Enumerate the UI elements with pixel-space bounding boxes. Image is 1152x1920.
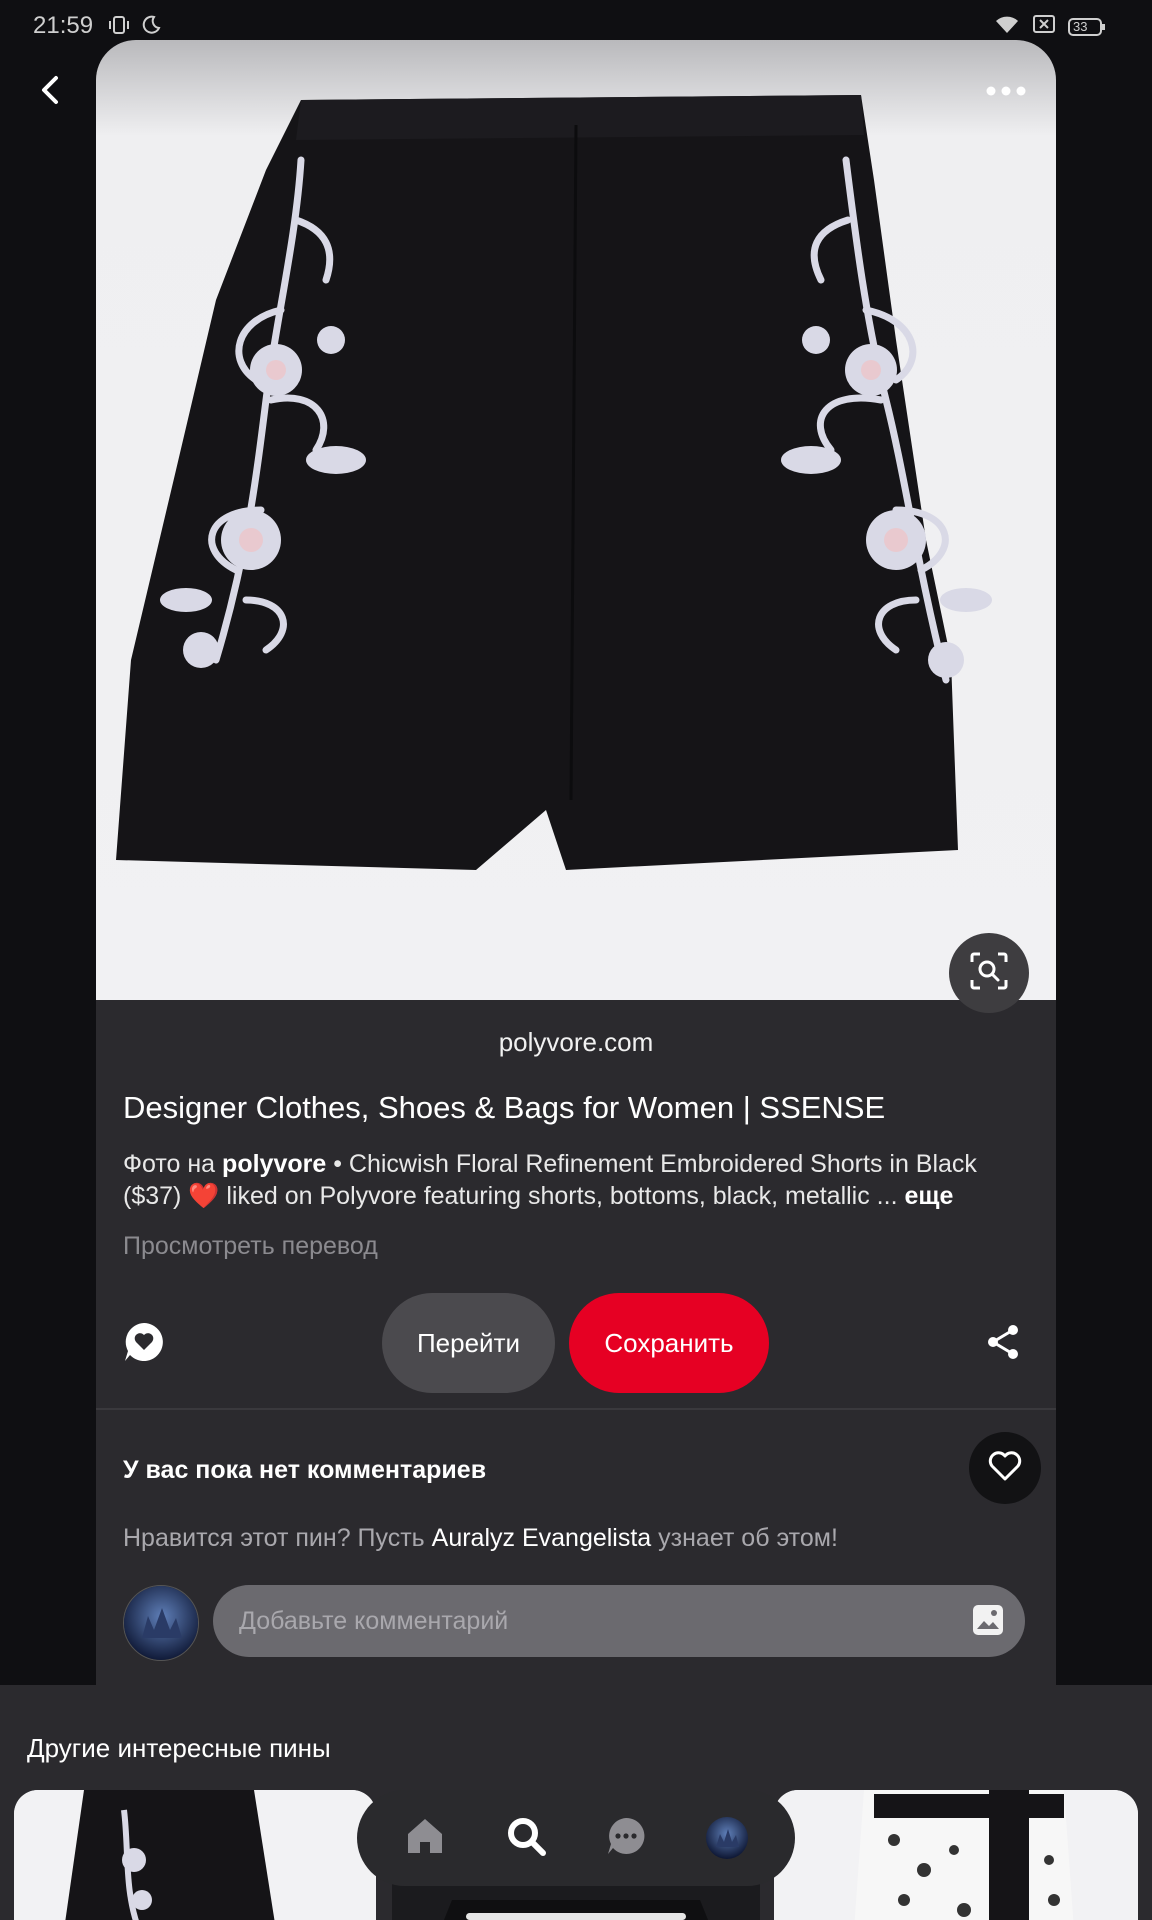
prompt-before: Нравится этот пин? Пусть	[123, 1524, 432, 1552]
pin-description: Фото на polyvore • Chicwish Floral Refin…	[123, 1148, 1023, 1212]
chevron-left-icon	[38, 75, 62, 110]
nav-home[interactable]	[397, 1810, 453, 1866]
pin-title: Designer Clothes, Shoes & Bags for Women…	[123, 1090, 886, 1125]
battery-level: 33	[1073, 18, 1088, 34]
comment-placeholder: Добавьте комментарий	[239, 1607, 509, 1635]
wifi-icon	[994, 13, 1020, 40]
profile-avatar	[705, 1817, 748, 1859]
action-row: Перейти Сохранить	[96, 1292, 1056, 1393]
back-button[interactable]	[28, 70, 72, 114]
like-button[interactable]	[969, 1432, 1041, 1504]
avatar[interactable]	[123, 1585, 199, 1661]
battery-icon: 33	[1068, 17, 1106, 37]
image-attach-icon[interactable]	[971, 1603, 1005, 1637]
comment-button[interactable]	[122, 1320, 166, 1364]
share-button[interactable]	[983, 1322, 1023, 1362]
nav-search[interactable]	[498, 1810, 554, 1866]
nav-profile[interactable]	[699, 1810, 755, 1866]
status-right-icons: 33	[994, 13, 1106, 40]
nav-messages[interactable]	[598, 1810, 654, 1866]
description-source-link[interactable]: polyvore	[222, 1150, 326, 1178]
comment-heart-icon	[122, 1323, 166, 1368]
view-translation-link[interactable]: Просмотреть перевод	[123, 1232, 378, 1261]
status-time: 21:59	[33, 12, 94, 39]
more-pins-title: Другие интересные пины	[27, 1733, 331, 1763]
prompt-after: узнает об этом!	[651, 1524, 838, 1552]
messages-icon	[605, 1815, 647, 1862]
heart-icon	[988, 1450, 1022, 1486]
comment-prompt: Нравится этот пин? Пусть Auralyz Evangel…	[123, 1524, 838, 1553]
home-indicator[interactable]	[466, 1913, 686, 1920]
divider	[96, 1408, 1056, 1410]
save-button[interactable]: Сохранить	[569, 1293, 769, 1393]
pin-thumbnail[interactable]	[774, 1790, 1138, 1920]
go-to-site-button[interactable]: Перейти	[382, 1293, 555, 1393]
visual-search-button[interactable]	[949, 933, 1029, 1013]
visual-search-icon	[968, 950, 1010, 997]
description-more-link[interactable]: еще	[904, 1182, 953, 1210]
vibrate-icon	[108, 14, 130, 41]
home-icon	[404, 1815, 446, 1862]
pinner-name-link[interactable]: Auralyz Evangelista	[432, 1524, 652, 1552]
pin-image[interactable]	[96, 40, 1056, 1000]
more-dots-icon	[986, 83, 1026, 101]
pin-thumbnail[interactable]	[14, 1790, 376, 1920]
no-sim-icon	[1032, 13, 1056, 40]
no-comments-title: У вас пока нет комментариев	[123, 1456, 487, 1484]
comment-input[interactable]: Добавьте комментарий	[213, 1585, 1025, 1657]
search-icon	[505, 1815, 547, 1862]
more-options-button[interactable]	[978, 74, 1034, 110]
pin-card: polyvore.com Designer Clothes, Shoes & B…	[96, 40, 1056, 1700]
status-left-icons	[108, 14, 162, 41]
source-domain[interactable]: polyvore.com	[96, 1027, 1056, 1058]
share-icon	[983, 1325, 1023, 1366]
description-prefix: Фото на	[123, 1150, 223, 1178]
bottom-nav	[357, 1790, 795, 1886]
do-not-disturb-icon	[140, 14, 162, 41]
